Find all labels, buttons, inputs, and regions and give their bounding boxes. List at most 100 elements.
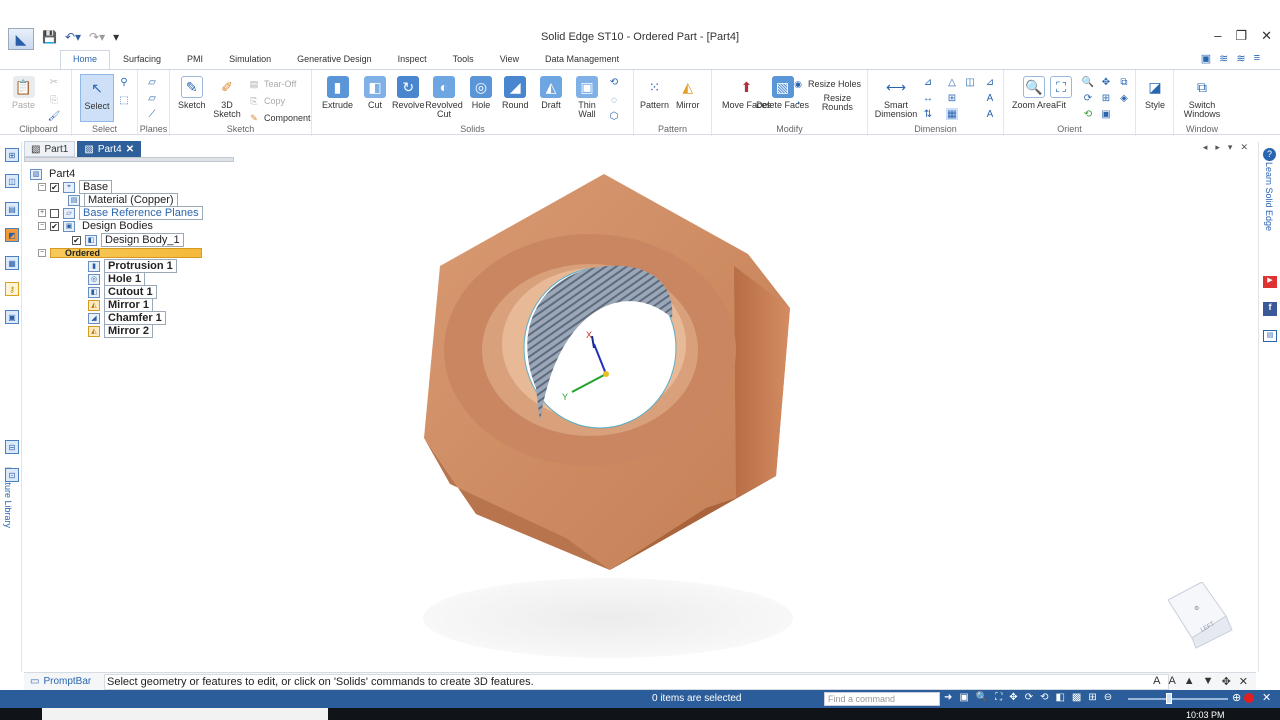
tab-data-management[interactable]: Data Management [532, 50, 632, 70]
angled-plane-icon[interactable]: ⟋ [146, 108, 158, 120]
tree-feature[interactable]: ▮ Protrusion 1 [88, 259, 177, 273]
tab-inspect[interactable]: Inspect [385, 50, 440, 70]
tear-off-button[interactable]: ▤ Tear-Off [248, 78, 297, 90]
smart-dimension-button[interactable]: ⟷ Smart Dimension [875, 76, 918, 119]
tab-home[interactable]: Home [60, 50, 111, 70]
tree-feature[interactable]: ◧ Cutout 1 [88, 285, 157, 299]
dim-tool-2-icon[interactable]: ↔ [922, 92, 934, 104]
pin-icon[interactable]: ✥ [1222, 675, 1231, 688]
find-command-input[interactable]: Find a command [824, 692, 940, 706]
select-mode-icon[interactable]: ⬚ [118, 94, 130, 106]
tree-feature[interactable]: ◭ Mirror 1 [88, 298, 153, 312]
tree-base[interactable]: − ✔ ⌖ Base [38, 180, 113, 194]
pan-status-icon[interactable]: ✥ [1009, 692, 1017, 703]
tree-feature[interactable]: ◢ Chamfer 1 [88, 311, 166, 325]
close-button[interactable]: ✕ [1261, 28, 1272, 44]
zoom-icon[interactable]: 🔍 [1082, 76, 1094, 88]
go-icon[interactable]: ➜ [944, 692, 952, 703]
3d-sketch-button[interactable]: ✐ 3D Sketch [213, 76, 241, 119]
format-painter-icon[interactable]: 🖌 [48, 110, 61, 122]
zoom-in-icon[interactable]: ⊕ [1232, 691, 1241, 704]
help-options-icon[interactable]: ▣ [1201, 52, 1211, 65]
dim-tool-8-icon[interactable]: ⊿ [984, 76, 996, 88]
sketch-view-icon[interactable]: ⊞ [1100, 92, 1112, 104]
revolved-cut-button[interactable]: ◐ Revolved Cut [425, 76, 463, 119]
close-doc-icon[interactable]: ✕ [1240, 142, 1248, 153]
appearance-icon[interactable]: ◩ [5, 228, 19, 242]
select-button[interactable]: ↖ Select [80, 74, 114, 122]
switch-windows-button[interactable]: ⧉ Switch Windows [1180, 76, 1224, 119]
solids-extra-icon-3[interactable]: ⬡ [608, 110, 620, 122]
doc-tab-part1[interactable]: ▧ Part1 [24, 141, 76, 157]
record-icon[interactable] [1244, 693, 1254, 703]
rail-tool-icon-2[interactable]: ⊡ [5, 468, 19, 482]
stop-icon[interactable]: ✕ [1262, 691, 1271, 704]
tab-view[interactable]: View [487, 50, 532, 70]
orient-extra-2-icon[interactable]: ◈ [1118, 92, 1130, 104]
tab-scroll-left-icon[interactable]: ◂ [1203, 142, 1208, 153]
draft-button[interactable]: ◭ Draft [540, 76, 562, 110]
key-icon[interactable]: ⚷ [5, 282, 19, 296]
restore-button[interactable]: ❐ [1235, 28, 1247, 44]
tab-tools[interactable]: Tools [440, 50, 487, 70]
resize-rounds-button[interactable]: ◔ Resize Rounds [792, 94, 867, 112]
tree-feature[interactable]: ◎ Hole 1 [88, 272, 146, 286]
facebook-icon[interactable]: f [1263, 302, 1277, 316]
settings-icon[interactable]: ≋ [1236, 52, 1245, 65]
zoom-slider[interactable] [1128, 698, 1228, 700]
dim-tool-9-icon[interactable]: A [984, 92, 996, 104]
rail-tool-icon-1[interactable]: ⊟ [5, 440, 19, 454]
selection-filter-icon[interactable]: ⚲ [118, 76, 130, 88]
layers-icon[interactable]: ◫ [5, 174, 19, 188]
dim-tool-7-icon[interactable]: ◫ [964, 76, 976, 88]
hole-button[interactable]: ◎ Hole [470, 76, 492, 110]
taskbar-search[interactable] [42, 708, 328, 720]
cut-clipboard-icon[interactable]: ✂ [48, 76, 60, 88]
spin-status-icon[interactable]: ⟲ [1040, 692, 1048, 703]
tree-design-bodies[interactable]: − ✔ ▣ Design Bodies [38, 220, 156, 232]
design-bodies-checkbox[interactable]: ✔ [50, 221, 59, 231]
paste-button[interactable]: 📋 Paste [12, 76, 35, 110]
help-icon[interactable]: ? [1263, 148, 1276, 161]
rotate-status-icon[interactable]: ⟳ [1025, 692, 1033, 703]
tree-design-body[interactable]: ✔ ◧ Design Body_1 [72, 233, 184, 247]
learn-solid-edge-label[interactable]: Learn Solid Edge [1264, 162, 1274, 231]
dim-tool-3-icon[interactable]: ⇅ [922, 108, 934, 120]
revolve-button[interactable]: ↻ Revolve [392, 76, 425, 110]
resize-holes-button[interactable]: ◉ Resize Holes [792, 78, 861, 90]
tab-surfacing[interactable]: Surfacing [110, 50, 174, 70]
base-checkbox[interactable]: ✔ [50, 182, 59, 192]
sensors-icon[interactable]: ▤ [5, 202, 19, 216]
tab-scroll-right-icon[interactable]: ▸ [1215, 142, 1220, 153]
design-body-checkbox[interactable]: ✔ [72, 235, 81, 245]
tab-generative-design[interactable]: Generative Design [284, 50, 385, 70]
rotate-icon[interactable]: ⟳ [1082, 92, 1094, 104]
extrude-button[interactable]: ▮ Extrude [322, 76, 353, 110]
library-icon[interactable]: ▦ [5, 256, 19, 270]
collapse-up-icon[interactable]: ▲ [1184, 675, 1195, 688]
close-tab-icon[interactable]: ✕ [126, 144, 134, 155]
graphics-viewport[interactable]: X Y [236, 158, 1252, 670]
solids-extra-icon-2[interactable]: ◌ [608, 94, 620, 106]
style-status-icon[interactable]: ▩ [1072, 692, 1081, 703]
collapse-icon[interactable]: − [38, 183, 46, 191]
thin-wall-button[interactable]: ▣ Thin Wall [574, 76, 600, 119]
pathfinder-scrollbar[interactable] [24, 157, 234, 162]
font-size-icon[interactable]: A [1153, 675, 1160, 688]
tab-pmi[interactable]: PMI [174, 50, 216, 70]
dim-tool-5-icon[interactable]: ⊞ [946, 92, 958, 104]
community-icon[interactable]: ▤ [1263, 330, 1277, 342]
tree-base-planes[interactable]: + ▱ Base Reference Planes [38, 206, 203, 220]
tree-root[interactable]: ▧ Part4 [30, 168, 79, 180]
copy-clipboard-icon[interactable]: ⎘ [48, 94, 60, 106]
copy-sketch-button[interactable]: ⎘ Copy [248, 95, 285, 107]
collapse-down-icon[interactable]: ▼ [1203, 675, 1214, 688]
dim-tool-1-icon[interactable]: ⊿ [922, 76, 934, 88]
view-status-icon[interactable]: ◧ [1055, 692, 1064, 703]
collapse-icon[interactable]: − [38, 222, 46, 230]
coincident-plane-icon[interactable]: ▱ [146, 76, 158, 88]
layout-icon[interactable]: ≡ [1254, 52, 1260, 65]
base-planes-checkbox[interactable] [50, 208, 59, 218]
theme-icon[interactable]: ≋ [1219, 52, 1228, 65]
tree-material[interactable]: ▤ Material (Copper) [68, 193, 178, 207]
